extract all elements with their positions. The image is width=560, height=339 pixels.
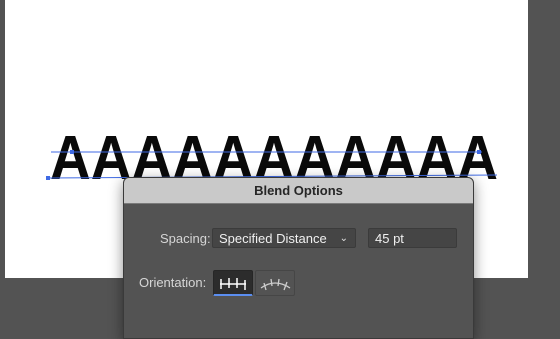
anchor-point[interactable] [70,150,74,154]
spacing-dropdown[interactable]: Specified Distance ⌄ [212,228,356,248]
anchor-point[interactable] [46,176,50,180]
align-to-page-button[interactable] [213,270,253,296]
orientation-label: Orientation: [139,275,207,290]
spacing-distance-input[interactable]: 45 pt [368,228,457,248]
anchor-point[interactable] [477,150,481,154]
blend-artwork[interactable]: AAAAAAAAAAA [0,0,560,190]
dialog-title: Blend Options [124,178,473,204]
align-to-page-icon [220,278,246,290]
align-to-path-icon [260,278,291,291]
align-to-path-button[interactable] [255,270,295,296]
chevron-down-icon: ⌄ [339,233,348,244]
spacing-label: Spacing: [160,231,211,246]
spacing-dropdown-value: Specified Distance [219,231,327,246]
